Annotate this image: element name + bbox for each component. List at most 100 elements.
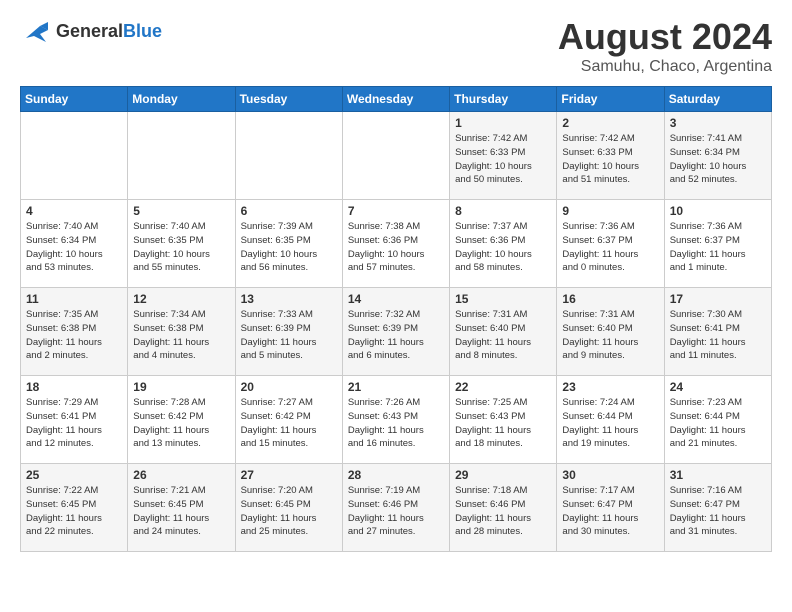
calendar-cell: 9Sunrise: 7:36 AM Sunset: 6:37 PM Daylig… bbox=[557, 200, 664, 288]
day-info: Sunrise: 7:19 AM Sunset: 6:46 PM Dayligh… bbox=[348, 484, 444, 539]
day-number: 16 bbox=[562, 292, 658, 306]
calendar-cell: 12 Sunrise: 7:34 AM Sunset: 6:38 PM Dayli… bbox=[128, 288, 235, 376]
calendar-week-2: 4 Sunrise: 7:40 AM Sunset: 6:34 PM Daylig… bbox=[21, 200, 772, 288]
day-info: Sunrise: 7:23 AM Sunset: 6:44 PM Dayligh… bbox=[670, 396, 766, 451]
day-number: 20 bbox=[241, 380, 337, 394]
day-info: Sunrise: 7:39 AM Sunset: 6:35 PM Dayligh… bbox=[241, 220, 337, 275]
day-info: Sunrise: 7:20 AM Sunset: 6:45 PM Dayligh… bbox=[241, 484, 337, 539]
col-saturday: Saturday bbox=[664, 87, 771, 112]
calendar-cell: 1 Sunrise: 7:42 AM Sunset: 6:33 PM Daylig… bbox=[450, 112, 557, 200]
day-info: Sunrise: 7:17 AM Sunset: 6:47 PM Dayligh… bbox=[562, 484, 658, 539]
calendar-cell: 13 Sunrise: 7:33 AM Sunset: 6:39 PM Dayli… bbox=[235, 288, 342, 376]
day-info: Sunrise: 7:25 AM Sunset: 6:43 PM Dayligh… bbox=[455, 396, 551, 451]
calendar-cell: 19Sunrise: 7:28 AM Sunset: 6:42 PM Dayli… bbox=[128, 376, 235, 464]
location: Samuhu, Chaco, Argentina bbox=[558, 58, 772, 76]
calendar-cell: 11 Sunrise: 7:35 AM Sunset: 6:38 PM Dayli… bbox=[21, 288, 128, 376]
day-info: Sunrise: 7:40 AM Sunset: 6:34 PM Dayligh… bbox=[26, 220, 122, 275]
col-friday: Friday bbox=[557, 87, 664, 112]
day-number: 14 bbox=[348, 292, 444, 306]
day-info: Sunrise: 7:26 AM Sunset: 6:43 PM Dayligh… bbox=[348, 396, 444, 451]
day-info: Sunrise: 7:27 AM Sunset: 6:42 PM Dayligh… bbox=[241, 396, 337, 451]
day-number: 29 bbox=[455, 468, 551, 482]
calendar-cell: 29 Sunrise: 7:18 AM Sunset: 6:46 PM Dayli… bbox=[450, 464, 557, 552]
day-info: Sunrise: 7:32 AM Sunset: 6:39 PM Dayligh… bbox=[348, 308, 444, 363]
day-number: 30 bbox=[562, 468, 658, 482]
day-number: 3 bbox=[670, 116, 766, 130]
calendar-cell: 23Sunrise: 7:24 AM Sunset: 6:44 PM Dayli… bbox=[557, 376, 664, 464]
calendar-cell: 27 Sunrise: 7:20 AM Sunset: 6:45 PM Dayli… bbox=[235, 464, 342, 552]
calendar-cell: 6 Sunrise: 7:39 AM Sunset: 6:35 PM Daylig… bbox=[235, 200, 342, 288]
day-info: Sunrise: 7:31 AM Sunset: 6:40 PM Dayligh… bbox=[562, 308, 658, 363]
calendar-cell: 31Sunrise: 7:16 AM Sunset: 6:47 PM Dayli… bbox=[664, 464, 771, 552]
day-info: Sunrise: 7:41 AM Sunset: 6:34 PM Dayligh… bbox=[670, 132, 766, 187]
col-tuesday: Tuesday bbox=[235, 87, 342, 112]
day-number: 28 bbox=[348, 468, 444, 482]
calendar-cell: 21Sunrise: 7:26 AM Sunset: 6:43 PM Dayli… bbox=[342, 376, 449, 464]
calendar-cell bbox=[21, 112, 128, 200]
day-number: 17 bbox=[670, 292, 766, 306]
calendar-cell: 22Sunrise: 7:25 AM Sunset: 6:43 PM Dayli… bbox=[450, 376, 557, 464]
calendar-body: 1 Sunrise: 7:42 AM Sunset: 6:33 PM Daylig… bbox=[21, 112, 772, 552]
calendar-table: Sunday Monday Tuesday Wednesday Thursday… bbox=[20, 86, 772, 552]
calendar-cell: 20 Sunrise: 7:27 AM Sunset: 6:42 PM Dayli… bbox=[235, 376, 342, 464]
day-number: 27 bbox=[241, 468, 337, 482]
calendar-cell bbox=[342, 112, 449, 200]
logo: GeneralBlue bbox=[20, 16, 162, 48]
day-info: Sunrise: 7:42 AM Sunset: 6:33 PM Dayligh… bbox=[455, 132, 551, 187]
calendar-cell: 14 Sunrise: 7:32 AM Sunset: 6:39 PM Dayli… bbox=[342, 288, 449, 376]
calendar-cell: 7 Sunrise: 7:38 AM Sunset: 6:36 PM Daylig… bbox=[342, 200, 449, 288]
calendar-cell: 16 Sunrise: 7:31 AM Sunset: 6:40 PM Dayli… bbox=[557, 288, 664, 376]
day-info: Sunrise: 7:38 AM Sunset: 6:36 PM Dayligh… bbox=[348, 220, 444, 275]
day-number: 6 bbox=[241, 204, 337, 218]
day-number: 23 bbox=[562, 380, 658, 394]
day-info: Sunrise: 7:37 AM Sunset: 6:36 PM Dayligh… bbox=[455, 220, 551, 275]
logo-general: General bbox=[56, 21, 123, 41]
day-number: 2 bbox=[562, 116, 658, 130]
calendar-week-5: 25Sunrise: 7:22 AM Sunset: 6:45 PM Dayli… bbox=[21, 464, 772, 552]
day-number: 18 bbox=[26, 380, 122, 394]
day-info: Sunrise: 7:33 AM Sunset: 6:39 PM Dayligh… bbox=[241, 308, 337, 363]
day-info: Sunrise: 7:35 AM Sunset: 6:38 PM Dayligh… bbox=[26, 308, 122, 363]
calendar-cell: 24 Sunrise: 7:23 AM Sunset: 6:44 PM Dayli… bbox=[664, 376, 771, 464]
calendar-cell bbox=[128, 112, 235, 200]
day-info: Sunrise: 7:40 AM Sunset: 6:35 PM Dayligh… bbox=[133, 220, 229, 275]
calendar-cell: 5 Sunrise: 7:40 AM Sunset: 6:35 PM Daylig… bbox=[128, 200, 235, 288]
day-info: Sunrise: 7:30 AM Sunset: 6:41 PM Dayligh… bbox=[670, 308, 766, 363]
calendar-cell: 8Sunrise: 7:37 AM Sunset: 6:36 PM Daylig… bbox=[450, 200, 557, 288]
calendar-cell: 30 Sunrise: 7:17 AM Sunset: 6:47 PM Dayli… bbox=[557, 464, 664, 552]
logo-blue: Blue bbox=[123, 21, 162, 41]
calendar-cell: 10Sunrise: 7:36 AM Sunset: 6:37 PM Dayli… bbox=[664, 200, 771, 288]
day-info: Sunrise: 7:29 AM Sunset: 6:41 PM Dayligh… bbox=[26, 396, 122, 451]
day-info: Sunrise: 7:36 AM Sunset: 6:37 PM Dayligh… bbox=[562, 220, 658, 275]
day-info: Sunrise: 7:18 AM Sunset: 6:46 PM Dayligh… bbox=[455, 484, 551, 539]
page: GeneralBlue August 2024 Samuhu, Chaco, A… bbox=[0, 0, 792, 568]
col-sunday: Sunday bbox=[21, 87, 128, 112]
day-info: Sunrise: 7:21 AM Sunset: 6:45 PM Dayligh… bbox=[133, 484, 229, 539]
calendar-cell: 3 Sunrise: 7:41 AM Sunset: 6:34 PM Daylig… bbox=[664, 112, 771, 200]
calendar-cell: 18 Sunrise: 7:29 AM Sunset: 6:41 PM Dayli… bbox=[21, 376, 128, 464]
calendar-cell: 15Sunrise: 7:31 AM Sunset: 6:40 PM Dayli… bbox=[450, 288, 557, 376]
calendar-header: Sunday Monday Tuesday Wednesday Thursday… bbox=[21, 87, 772, 112]
day-number: 31 bbox=[670, 468, 766, 482]
day-number: 7 bbox=[348, 204, 444, 218]
day-number: 13 bbox=[241, 292, 337, 306]
calendar-cell: 4 Sunrise: 7:40 AM Sunset: 6:34 PM Daylig… bbox=[21, 200, 128, 288]
col-thursday: Thursday bbox=[450, 87, 557, 112]
day-number: 1 bbox=[455, 116, 551, 130]
day-number: 4 bbox=[26, 204, 122, 218]
calendar-cell: 2Sunrise: 7:42 AM Sunset: 6:33 PM Daylig… bbox=[557, 112, 664, 200]
logo-icon bbox=[20, 16, 52, 48]
day-number: 5 bbox=[133, 204, 229, 218]
calendar-week-4: 18 Sunrise: 7:29 AM Sunset: 6:41 PM Dayli… bbox=[21, 376, 772, 464]
col-monday: Monday bbox=[128, 87, 235, 112]
day-info: Sunrise: 7:31 AM Sunset: 6:40 PM Dayligh… bbox=[455, 308, 551, 363]
calendar-cell: 26Sunrise: 7:21 AM Sunset: 6:45 PM Dayli… bbox=[128, 464, 235, 552]
day-number: 11 bbox=[26, 292, 122, 306]
day-number: 24 bbox=[670, 380, 766, 394]
day-number: 12 bbox=[133, 292, 229, 306]
col-wednesday: Wednesday bbox=[342, 87, 449, 112]
calendar-cell: 25Sunrise: 7:22 AM Sunset: 6:45 PM Dayli… bbox=[21, 464, 128, 552]
day-info: Sunrise: 7:28 AM Sunset: 6:42 PM Dayligh… bbox=[133, 396, 229, 451]
day-info: Sunrise: 7:34 AM Sunset: 6:38 PM Dayligh… bbox=[133, 308, 229, 363]
day-number: 10 bbox=[670, 204, 766, 218]
